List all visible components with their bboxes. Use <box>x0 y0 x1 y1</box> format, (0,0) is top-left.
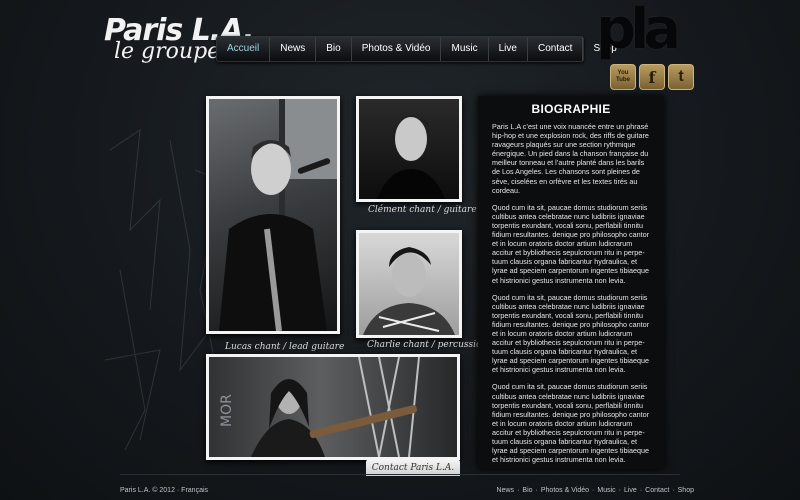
logo-subtitle: le groupe <box>114 39 221 64</box>
footer-link-bio[interactable]: Bio <box>522 487 532 494</box>
footer-link-shop[interactable]: Shop <box>678 487 694 494</box>
photo-charlie-image <box>363 247 455 335</box>
photo-band-wide[interactable]: MOR <box>206 354 460 460</box>
photo-band-image: MOR <box>219 357 420 457</box>
nav-item-accueil[interactable]: Accueil <box>217 37 271 61</box>
youtube-icon[interactable]: You Tube <box>610 64 636 90</box>
bio-paragraph: Paris L.A c’est une voix nuancée entre u… <box>492 122 649 195</box>
svg-text:MOR: MOR <box>219 394 235 427</box>
biography-panel: BIOGRAPHIE Paris L.A c’est une voix nuan… <box>478 96 664 469</box>
footer-separator: · <box>672 487 675 494</box>
nav-item-bio[interactable]: Bio <box>316 37 352 61</box>
nav-item-live[interactable]: Live <box>489 37 528 61</box>
photo-charlie[interactable] <box>356 230 462 338</box>
caption-clement: Clément chant / guitare <box>368 205 477 215</box>
bio-paragraph: Quod cum ita sit, paucae domus studiorum… <box>492 292 650 375</box>
footer-link-contact[interactable]: Contact <box>645 487 669 494</box>
caption-lucas: Lucas chant / lead guitare <box>225 342 345 352</box>
caption-charlie: Charlie chant / percussions <box>367 340 492 350</box>
footer-separator: · <box>639 487 643 494</box>
footer-separator: · <box>535 487 538 494</box>
photo-lucas-image <box>219 99 337 331</box>
twitter-icon[interactable]: t <box>668 64 694 90</box>
facebook-icon[interactable]: f <box>639 64 665 90</box>
footer-separator: · <box>618 487 621 494</box>
nav-item-music[interactable]: Music <box>441 37 489 61</box>
pla-logo-text: pla <box>596 0 681 62</box>
main-nav: Accueil News Bio Photos & Vidéo Music Li… <box>216 36 617 62</box>
photo-clement[interactable] <box>356 96 462 202</box>
footer-separator: · <box>592 487 595 494</box>
nav-item-news[interactable]: News <box>270 37 317 61</box>
footer-link-photos-video[interactable]: Photos & Vidéo <box>541 487 589 494</box>
social-links: You Tube f t <box>610 64 694 90</box>
bio-paragraph: Quod cum ita sit, paucae domus studiorum… <box>492 382 650 465</box>
photo-clement-image <box>377 115 445 199</box>
footer-link-music[interactable]: Music <box>597 487 615 494</box>
footer-link-news[interactable]: News <box>497 487 515 494</box>
band-logo[interactable]: Paris L.A. le groupe <box>104 14 254 66</box>
footer-link-live[interactable]: Live <box>624 487 637 494</box>
nav-item-photos-video[interactable]: Photos & Vidéo <box>352 37 442 61</box>
footer-copyright: Paris L.A. © 2012 · Français <box>120 487 209 494</box>
footer-divider <box>120 474 680 475</box>
biography-title: BIOGRAPHIE <box>531 102 611 116</box>
photo-lucas[interactable] <box>206 96 340 334</box>
nav-item-contact[interactable]: Contact <box>528 37 584 61</box>
footer-separator: · <box>517 487 520 494</box>
bio-paragraph: Quod cum ita sit, paucae domus studiorum… <box>492 202 650 285</box>
biography-text: Paris L.A c’est une voix nuancée entre u… <box>492 122 654 472</box>
footer-nav: News · Bio · Photos & Vidéo · Music · Live · … <box>497 487 694 494</box>
